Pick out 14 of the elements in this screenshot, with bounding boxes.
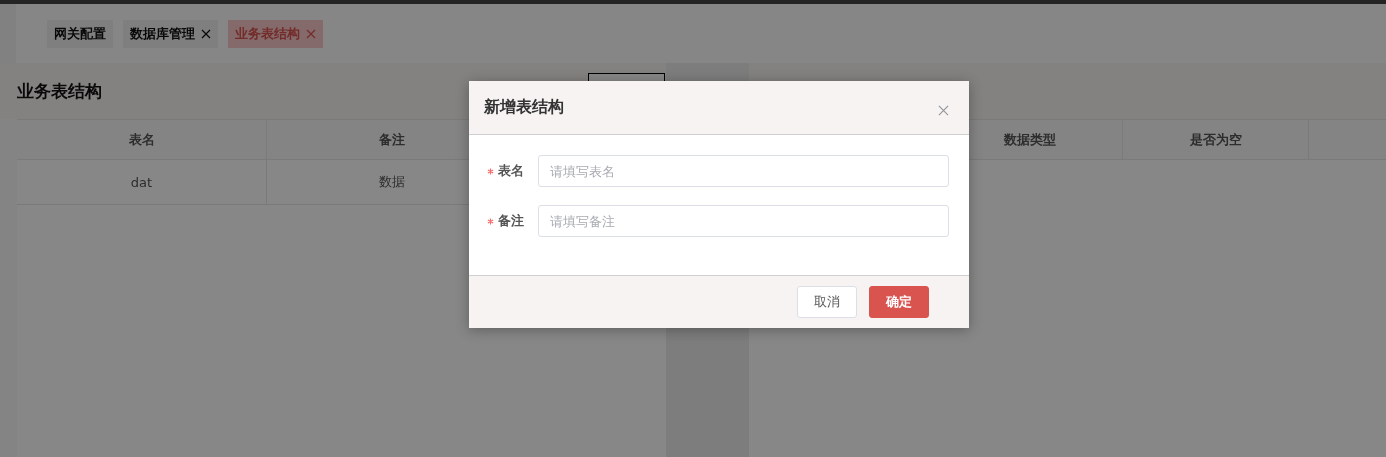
- field-label: 备注: [498, 212, 524, 230]
- close-icon[interactable]: [201, 28, 211, 39]
- tab[interactable]: 数据库管理: [123, 19, 218, 48]
- cancel-button[interactable]: 取消: [797, 286, 857, 318]
- table-cell: dat: [17, 160, 267, 204]
- page-title: 业务表结构: [17, 79, 102, 103]
- confirm-button[interactable]: 确定: [869, 286, 929, 318]
- tab[interactable]: 网关配置: [47, 19, 113, 48]
- column-header: 是否为空: [1123, 120, 1309, 159]
- input-field[interactable]: 请填写表名: [538, 155, 949, 187]
- column-header: 表名: [17, 120, 267, 159]
- dialog-title: 新增表结构: [484, 97, 564, 118]
- close-icon[interactable]: [938, 105, 949, 116]
- input-field[interactable]: 请填写备注: [538, 205, 949, 237]
